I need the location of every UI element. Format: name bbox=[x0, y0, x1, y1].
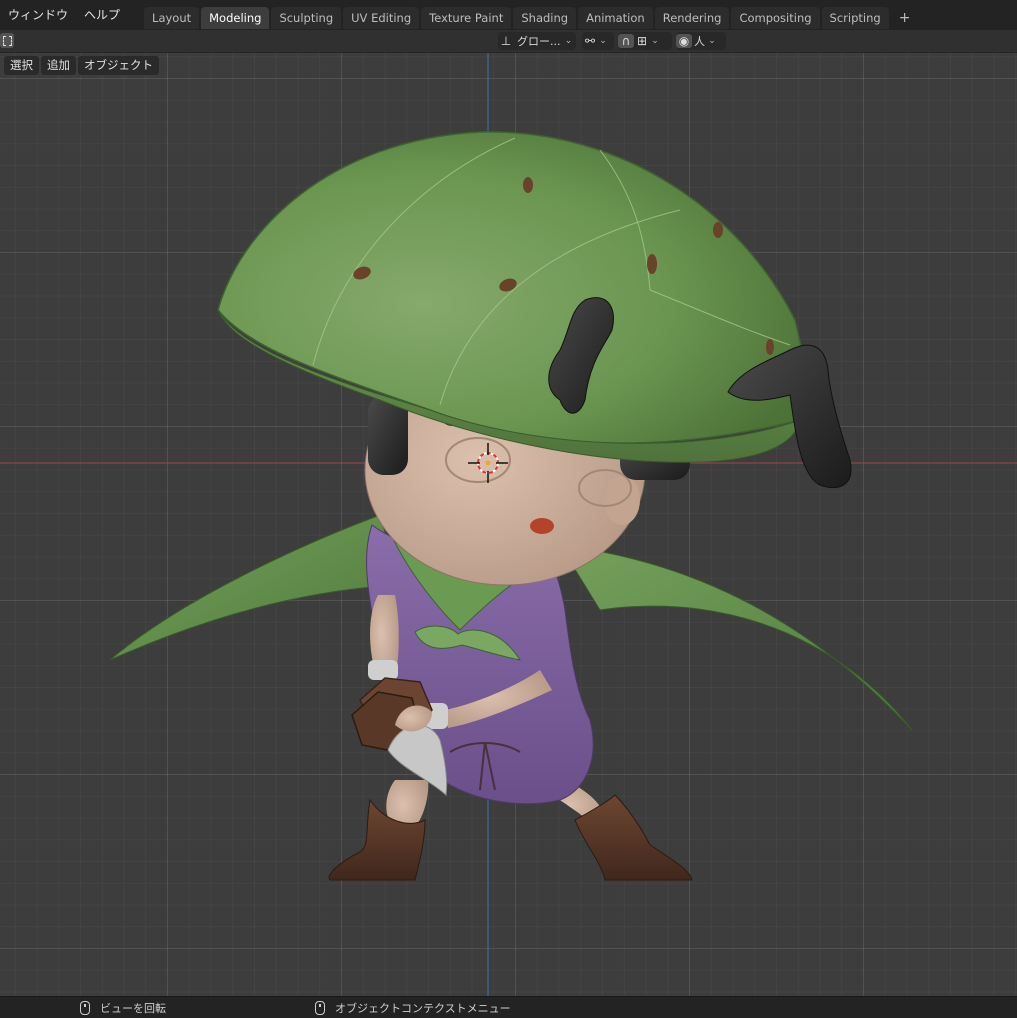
pivot-point-dropdown[interactable]: ⚯ ⌄ bbox=[582, 32, 614, 50]
transform-orientation-icon: ⊥ bbox=[500, 34, 512, 48]
workspace-tab-sculpting[interactable]: Sculpting bbox=[271, 7, 342, 29]
3d-viewport[interactable]: 選択 追加 オブジェクト bbox=[0, 53, 1017, 996]
workspace-tab-uv-editing[interactable]: UV Editing bbox=[343, 7, 420, 29]
chevron-down-icon: ⌄ bbox=[599, 36, 607, 46]
snap-increment-icon[interactable]: ⊞ bbox=[634, 34, 650, 48]
status-context-label: オブジェクトコンテクストメニュー bbox=[335, 1002, 511, 1015]
add-menu[interactable]: 追加 bbox=[41, 56, 76, 75]
workspace-tab-compositing[interactable]: Compositing bbox=[731, 7, 820, 29]
falloff-label[interactable]: 人 bbox=[692, 33, 707, 49]
menu-window[interactable]: ウィンドウ bbox=[0, 0, 76, 30]
snap-controls: ∩ ⊞ ⌄ bbox=[618, 32, 672, 50]
ear-right bbox=[604, 475, 640, 525]
wrist-band-left bbox=[368, 660, 398, 680]
mouse-middle-icon bbox=[80, 1001, 90, 1015]
transform-orientation-dropdown[interactable]: ⊥ グロー... ⌄ bbox=[498, 32, 576, 50]
select-menu[interactable]: 選択 bbox=[4, 56, 39, 75]
workspace-tab-scripting[interactable]: Scripting bbox=[821, 7, 889, 29]
chevron-down-icon[interactable]: ⌄ bbox=[650, 36, 660, 46]
proportional-edit-icon[interactable]: ◉ bbox=[676, 34, 692, 48]
nose bbox=[530, 518, 554, 534]
hat-stud bbox=[766, 339, 774, 355]
object-menu[interactable]: オブジェクト bbox=[78, 56, 159, 75]
cape-right bbox=[559, 544, 913, 731]
workspace-tab-animation[interactable]: Animation bbox=[578, 7, 653, 29]
chevron-down-icon[interactable]: ⌄ bbox=[707, 36, 717, 46]
snap-magnet-icon[interactable]: ∩ bbox=[618, 34, 634, 48]
workspace-tab-texture-paint[interactable]: Texture Paint bbox=[421, 7, 512, 29]
chevron-down-icon: ⌄ bbox=[564, 36, 573, 46]
proportional-edit-controls: ◉ 人 ⌄ bbox=[676, 32, 726, 50]
viewport-menu: 選択 追加 オブジェクト bbox=[4, 56, 159, 75]
hat-stud bbox=[523, 177, 533, 193]
cape bbox=[109, 514, 401, 661]
scene-render bbox=[0, 53, 1017, 996]
select-box-tool-button[interactable] bbox=[0, 33, 14, 48]
workspace-tab-rendering[interactable]: Rendering bbox=[654, 7, 730, 29]
status-context-menu: オブジェクトコンテクストメニュー bbox=[315, 1000, 511, 1016]
mouse-right-icon bbox=[315, 1001, 325, 1015]
status-rotate-view: ビューを回転 bbox=[80, 1000, 166, 1016]
workspace-tabs: Layout Modeling Sculpting UV Editing Texture… bbox=[144, 1, 891, 29]
top-bar: ウィンドウ ヘルプ Layout Modeling Sculpting UV Edit… bbox=[0, 0, 1017, 30]
menu-help[interactable]: ヘルプ bbox=[76, 0, 128, 30]
workspace-tab-shading[interactable]: Shading bbox=[513, 7, 577, 29]
pivot-point-icon: ⚯ bbox=[584, 34, 596, 48]
viewport-header: ⊥ グロー... ⌄ ⚯ ⌄ ∩ ⊞ ⌄ ◉ 人 ⌄ bbox=[0, 30, 1017, 53]
orientation-label: グロー... bbox=[517, 35, 561, 48]
hat-stud bbox=[647, 254, 657, 274]
hat-stud bbox=[713, 222, 723, 238]
workspace-tab-modeling[interactable]: Modeling bbox=[201, 7, 270, 29]
workspace-tab-layout[interactable]: Layout bbox=[144, 7, 200, 29]
add-workspace-button[interactable]: + bbox=[895, 7, 915, 29]
status-rotate-label: ビューを回転 bbox=[100, 1002, 166, 1015]
status-bar: ビューを回転 オブジェクトコンテクストメニュー bbox=[0, 996, 1017, 1018]
